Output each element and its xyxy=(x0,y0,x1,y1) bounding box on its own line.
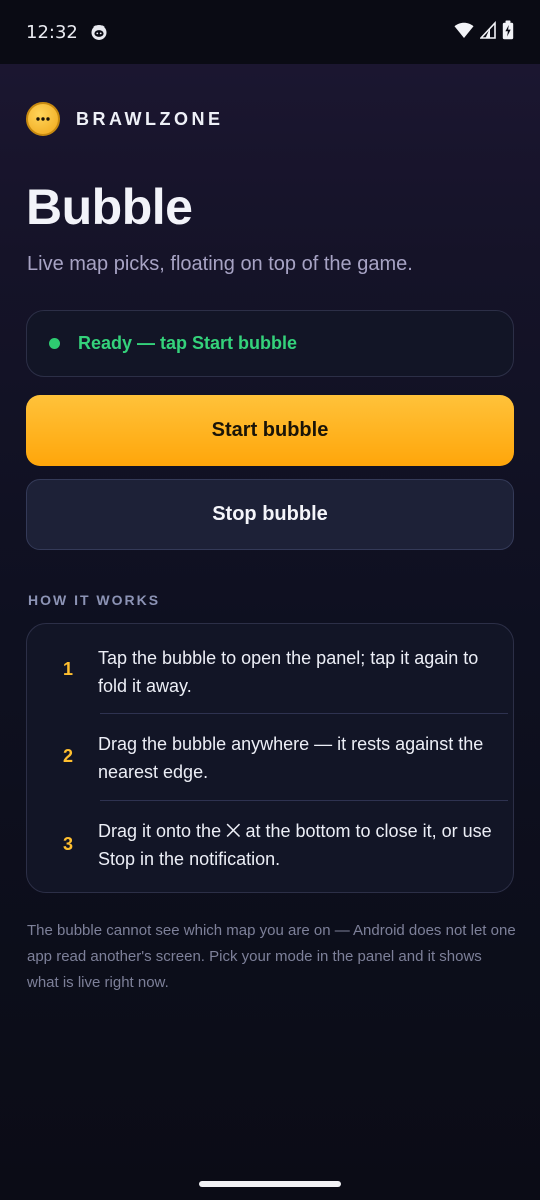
status-time: 12:32 xyxy=(26,21,78,43)
battery-charging-icon xyxy=(502,20,514,45)
home-indicator[interactable] xyxy=(199,1181,341,1187)
step-number: 1 xyxy=(62,659,73,679)
status-icons xyxy=(454,20,514,45)
step-text: Drag the bubble anywhere — it rests agai… xyxy=(98,734,484,782)
stop-bubble-button[interactable]: Stop bubble xyxy=(26,479,514,550)
footer-note: The bubble cannot see which map you are … xyxy=(27,922,516,991)
step-text: Drag it onto the ⨉ at the bottom to clos… xyxy=(98,821,492,869)
step-item: 2 Drag the bubble anywhere — it rests ag… xyxy=(27,711,513,797)
screen: 12:32 BRAWLZONE Bubble Live map picks, f… xyxy=(0,0,540,1200)
steps-card: 1 Tap the bubble to open the panel; tap … xyxy=(26,623,514,893)
status-card: Ready — tap Start bubble xyxy=(26,310,514,377)
cell-signal-icon xyxy=(479,20,496,44)
page-subtitle: Live map picks, floating on top of the g… xyxy=(27,253,413,275)
brand: BRAWLZONE xyxy=(26,102,224,136)
status-bar: 12:32 xyxy=(0,0,540,64)
chat-bubble-logo-icon xyxy=(26,102,60,136)
status-dot-icon xyxy=(49,338,60,349)
status-text: Ready — tap Start bubble xyxy=(78,333,298,353)
step-number: 3 xyxy=(62,834,73,854)
wifi-icon xyxy=(454,21,474,44)
step-item: 3 Drag it onto the ⨉ at the bottom to cl… xyxy=(27,799,513,885)
start-bubble-button[interactable]: Start bubble xyxy=(26,395,514,466)
brand-name: BRAWLZONE xyxy=(76,108,224,129)
section-label-how-it-works: HOW IT WORKS xyxy=(28,592,161,608)
octocat-icon xyxy=(90,23,108,41)
step-item: 1 Tap the bubble to open the panel; tap … xyxy=(27,624,513,710)
page-title: Bubble xyxy=(26,179,193,235)
step-number: 2 xyxy=(62,746,73,766)
step-text: Tap the bubble to open the panel; tap it… xyxy=(98,648,479,696)
